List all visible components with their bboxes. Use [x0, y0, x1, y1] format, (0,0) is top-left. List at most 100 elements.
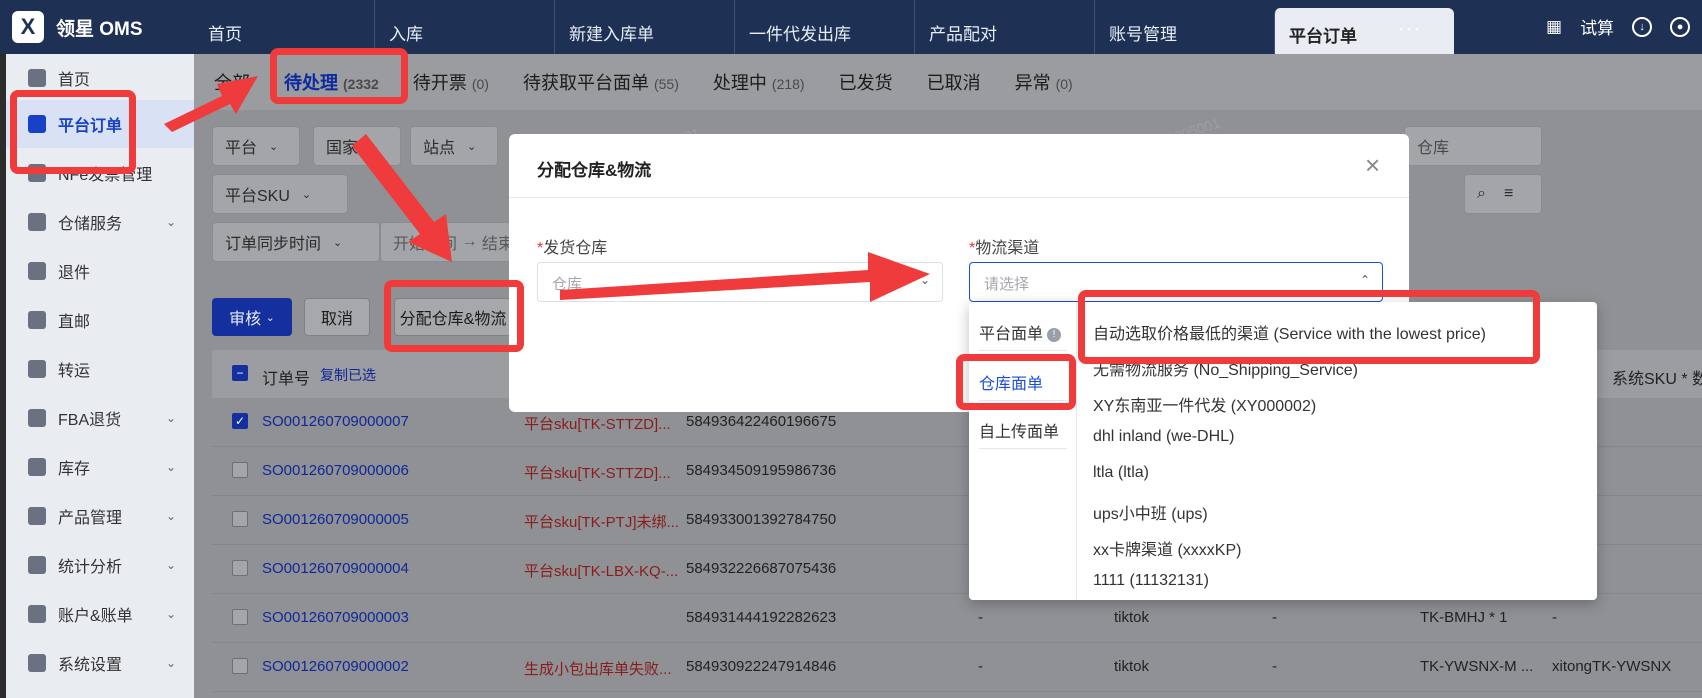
return-icon — [28, 262, 46, 280]
divider — [979, 448, 1067, 449]
site-filter[interactable]: 站点 ⌄ — [410, 126, 498, 166]
top-tab-new-inbound[interactable]: 新建入库单 — [554, 0, 734, 54]
table-row[interactable]: SO001260709000003 584931444192282623 - t… — [212, 594, 1702, 643]
chevron-up-icon: ⌃ — [1359, 273, 1370, 287]
top-tabs: 首页 入库 新建入库单 一件代发出库 产品配对 账号管理 平台订单 — [194, 0, 1454, 54]
product-icon — [28, 507, 46, 525]
chevron-down-icon: ⌄ — [269, 140, 279, 153]
row-checkbox[interactable] — [232, 462, 248, 478]
mail-icon — [28, 311, 46, 329]
order-link[interactable]: SO001260709000003 — [262, 609, 409, 626]
order-link[interactable]: SO001260709000005 — [262, 511, 409, 528]
option-ltla[interactable]: ltla (ltla) — [1093, 464, 1149, 482]
order-note: 平台sku[TK-STTZD]... — [524, 465, 671, 482]
fba-icon — [28, 409, 46, 427]
option-dhl-inland[interactable]: dhl inland (we-DHL) — [1093, 428, 1234, 446]
option-xy-sea[interactable]: XY东南亚一件代发 (XY000002) — [1093, 392, 1316, 416]
app-title: 领星 OMS — [56, 18, 143, 40]
cell-dash: - — [1272, 609, 1277, 626]
sku-cell: TK-YWSNX-M ... — [1420, 658, 1534, 675]
sync-time-select[interactable]: 订单同步时间 ⌄ — [212, 222, 380, 262]
filter-list-icon[interactable]: ≡ — [1504, 185, 1513, 203]
tracking-number: 584936422460196675 — [686, 413, 837, 430]
warehouse-filter[interactable]: 仓库 — [1404, 126, 1542, 166]
sidebar-item-transfer[interactable]: 转运 — [6, 345, 194, 393]
warehouse-icon — [28, 213, 46, 231]
top-tab-home[interactable]: 首页 — [194, 0, 374, 54]
chevron-down-icon: ⌄ — [370, 140, 380, 153]
top-right-tools: ▦ 试算 ↓ ● — [1546, 14, 1691, 39]
more-tabs-icon[interactable]: ··· — [1398, 18, 1422, 39]
tab-exception[interactable]: 异常 (0) — [1015, 69, 1073, 95]
chevron-down-icon: ⌄ — [333, 236, 343, 249]
chevron-down-icon: ⌄ — [166, 607, 177, 621]
tracking-number: 584933001392784750 — [686, 511, 837, 528]
trial-calc-label[interactable]: 试算 — [1580, 14, 1614, 39]
sidebar-item-warehouse-service[interactable]: 仓储服务 ⌄ — [6, 198, 194, 246]
order-note: 平台sku[TK-PTJ]未绑... — [524, 514, 680, 531]
chevron-down-icon: ⌄ — [919, 273, 930, 287]
cancel-order-button[interactable]: 取消 — [304, 298, 370, 336]
tracking-number: 584931444192282623 — [686, 609, 837, 626]
system-sku-cell: - — [1552, 609, 1557, 626]
system-sku-cell: xitongTK-YWSNX — [1552, 658, 1672, 675]
tab-all[interactable]: 全部 — [214, 69, 250, 95]
chevron-down-icon: ⌄ — [166, 558, 177, 572]
row-checkbox[interactable] — [232, 560, 248, 576]
sidebar-item-direct-mail[interactable]: 直邮 — [6, 296, 194, 344]
tab-cancelled[interactable]: 已取消 — [927, 69, 981, 95]
order-note: 生成小包出库单失败... — [524, 661, 672, 678]
row-checkbox[interactable] — [232, 511, 248, 527]
top-tab-inbound[interactable]: 入库 — [374, 0, 554, 54]
order-link[interactable]: SO001260709000007 — [262, 413, 409, 430]
tab-await-label[interactable]: 待获取平台面单 (55) — [523, 69, 679, 95]
sidebar-item-inventory[interactable]: 库存 ⌄ — [6, 443, 194, 491]
label-category-list: 平台面单! 仓库面单 自上传面单 — [969, 302, 1077, 600]
divider — [979, 350, 1067, 351]
country-filter[interactable]: 国家 ⌄ — [313, 126, 401, 166]
transfer-icon — [28, 360, 46, 378]
search-icon[interactable]: ⌕ — [1477, 185, 1486, 203]
sidebar-item-product-management[interactable]: 产品管理 ⌄ — [6, 492, 194, 540]
sidebar-item-returns[interactable]: 退件 — [6, 247, 194, 295]
review-button[interactable]: 审核 ⌄ — [212, 298, 292, 336]
copy-selected-link[interactable]: 复制已选 — [320, 365, 376, 385]
option-ups[interactable]: ups小中班 (ups) — [1093, 500, 1208, 524]
close-icon[interactable]: × — [1365, 150, 1380, 181]
tab-to-invoice[interactable]: 待开票 (0) — [413, 69, 489, 95]
highlight-assign-button — [384, 280, 524, 352]
top-tab-product-pairing[interactable]: 产品配对 — [914, 0, 1094, 54]
category-self-upload[interactable]: 自上传面单 — [979, 418, 1059, 442]
sidebar-item-fba-returns[interactable]: FBA退货 ⌄ — [6, 394, 194, 442]
select-all-checkbox[interactable]: − — [232, 365, 248, 381]
logistics-label: *物流渠道 — [969, 240, 1040, 257]
info-icon: ! — [1047, 328, 1062, 342]
logo[interactable]: X 领星 OMS — [12, 10, 143, 44]
search-box[interactable]: ⌕ ≡ — [1464, 174, 1542, 214]
warehouse-select[interactable]: 仓库 ⌄ — [537, 262, 943, 302]
row-checkbox[interactable] — [232, 658, 248, 674]
top-tab-dropship[interactable]: 一件代发出库 — [734, 0, 914, 54]
order-link[interactable]: SO001260709000002 — [262, 658, 409, 675]
calculator-icon[interactable]: ▦ — [1546, 17, 1562, 37]
tab-processing[interactable]: 处理中 (218) — [713, 69, 805, 95]
row-checkbox[interactable]: ✓ — [232, 413, 248, 429]
sidebar-item-statistics[interactable]: 统计分析 ⌄ — [6, 541, 194, 589]
sidebar-item-account-billing[interactable]: 账户&账单 ⌄ — [6, 590, 194, 638]
sidebar-item-system-settings[interactable]: 系统设置 ⌄ — [6, 639, 194, 687]
option-1111[interactable]: 1111 (11132131) — [1093, 572, 1209, 590]
option-card-channel[interactable]: xx卡牌渠道 (xxxxKP) — [1093, 536, 1241, 560]
tab-shipped[interactable]: 已发货 — [839, 69, 893, 95]
order-note: 平台sku[TK-STTZD]... — [524, 416, 671, 433]
order-link[interactable]: SO001260709000004 — [262, 560, 409, 577]
top-tab-platform-orders[interactable]: 平台订单 — [1274, 8, 1454, 54]
platform-sku-select[interactable]: 平台SKU ⌄ — [212, 174, 348, 214]
settings-icon[interactable]: ● — [1670, 16, 1691, 37]
category-platform-label[interactable]: 平台面单! — [979, 320, 1062, 344]
table-row[interactable]: SO001260709000002 生成小包出库单失败... 584930922… — [212, 643, 1702, 692]
top-tab-account[interactable]: 账号管理 — [1094, 0, 1274, 54]
platform-filter[interactable]: 平台 ⌄ — [212, 126, 300, 166]
row-checkbox[interactable] — [232, 609, 248, 625]
download-icon[interactable]: ↓ — [1632, 16, 1653, 37]
order-link[interactable]: SO001260709000006 — [262, 462, 409, 479]
